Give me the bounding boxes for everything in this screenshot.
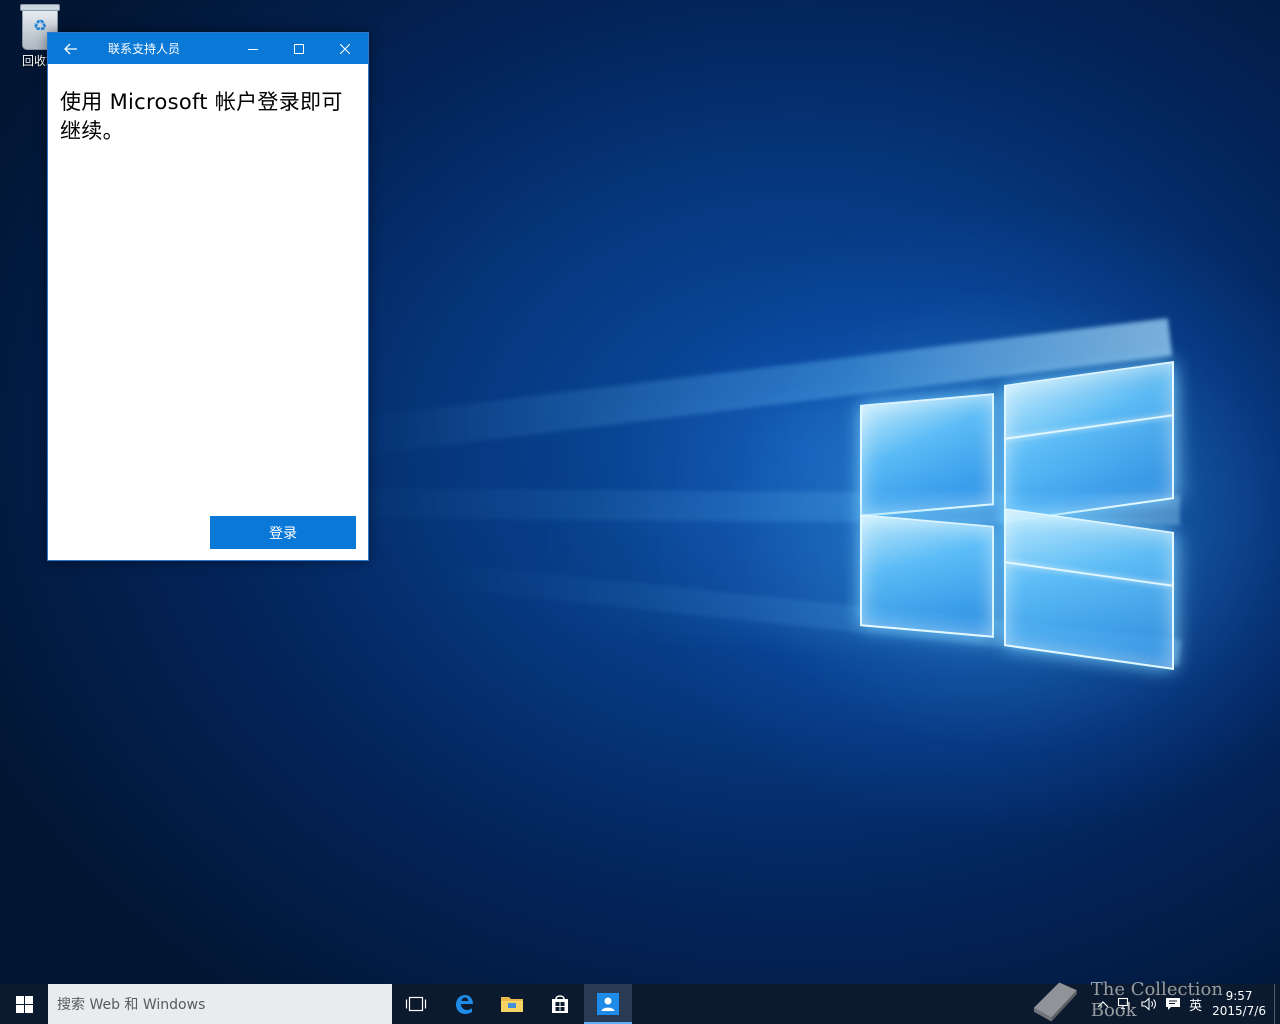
clock-time: 9:57 bbox=[1225, 989, 1253, 1003]
signin-button[interactable]: 登录 bbox=[210, 516, 356, 549]
search-placeholder: 搜索 Web 和 Windows bbox=[57, 997, 206, 1013]
close-button[interactable] bbox=[322, 33, 368, 64]
task-view-icon bbox=[405, 996, 427, 1012]
minimize-button[interactable] bbox=[230, 33, 276, 64]
contact-support-taskbar-button[interactable] bbox=[584, 984, 632, 1024]
show-hidden-icons-button[interactable] bbox=[1093, 984, 1113, 1024]
logo-pane bbox=[1004, 508, 1174, 670]
folder-icon bbox=[501, 997, 523, 1012]
desktop: ♻ 回收站 联系支持人员 使用 Microsoft 帐户登录即可继续。 登录 bbox=[0, 0, 1280, 984]
edge-icon bbox=[456, 995, 473, 1014]
logo-pane bbox=[1004, 361, 1174, 523]
action-center-button[interactable] bbox=[1161, 984, 1185, 1024]
maximize-icon bbox=[294, 43, 304, 54]
store-button[interactable] bbox=[536, 984, 584, 1024]
logo-pane bbox=[860, 514, 994, 638]
contact-support-icon bbox=[597, 993, 619, 1015]
show-desktop-button[interactable] bbox=[1274, 984, 1280, 1024]
system-tray: 英 9:57 2015/7/6 bbox=[1093, 984, 1280, 1024]
store-icon bbox=[552, 995, 568, 1013]
edge-taskbar-button[interactable] bbox=[440, 984, 488, 1024]
contact-support-window: 联系支持人员 使用 Microsoft 帐户登录即可继续。 登录 bbox=[47, 32, 369, 561]
windows-logo-wallpaper bbox=[856, 355, 1176, 675]
back-icon bbox=[64, 43, 77, 54]
volume-button[interactable] bbox=[1137, 984, 1161, 1024]
input-language-indicator[interactable]: 英 bbox=[1185, 984, 1206, 1024]
back-button[interactable] bbox=[48, 33, 94, 64]
title-bar[interactable]: 联系支持人员 bbox=[48, 33, 368, 64]
speaker-icon bbox=[1141, 997, 1157, 1011]
maximize-button[interactable] bbox=[276, 33, 322, 64]
clock[interactable]: 9:57 2015/7/6 bbox=[1206, 984, 1274, 1024]
notification-icon bbox=[1166, 998, 1181, 1010]
clock-date: 2015/7/6 bbox=[1212, 1004, 1266, 1018]
minimize-icon bbox=[248, 48, 258, 50]
windows-start-icon bbox=[15, 995, 33, 1013]
network-icon bbox=[1118, 997, 1130, 1010]
start-button[interactable] bbox=[0, 984, 48, 1024]
taskbar: 搜索 Web 和 Windows 英 9:57 2015/7/6 bbox=[0, 984, 1280, 1024]
signin-prompt-heading: 使用 Microsoft 帐户登录即可继续。 bbox=[60, 90, 343, 143]
logo-pane bbox=[860, 393, 994, 517]
chevron-up-icon bbox=[1097, 1001, 1109, 1008]
window-content: 使用 Microsoft 帐户登录即可继续。 bbox=[48, 64, 368, 146]
task-view-button[interactable] bbox=[392, 984, 440, 1024]
search-input[interactable]: 搜索 Web 和 Windows bbox=[48, 984, 392, 1024]
network-button[interactable] bbox=[1113, 984, 1137, 1024]
file-explorer-button[interactable] bbox=[488, 984, 536, 1024]
close-icon bbox=[340, 43, 350, 54]
window-title: 联系支持人员 bbox=[108, 42, 181, 56]
